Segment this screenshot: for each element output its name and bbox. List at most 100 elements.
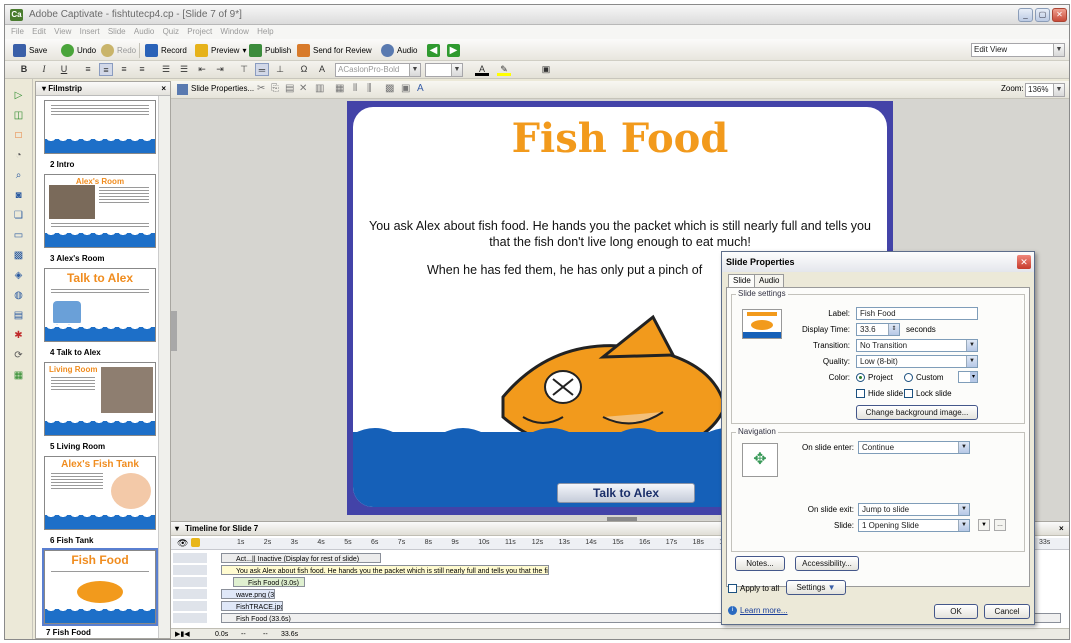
tab-slide[interactable]: Slide (728, 274, 756, 288)
caption-icon[interactable]: ◫ (12, 109, 25, 122)
filmstrip-thumb-4[interactable]: Talk to Alex (44, 268, 156, 342)
send-for-review-button[interactable]: Send for Review (297, 43, 372, 58)
text-effects-icon[interactable]: A (315, 63, 329, 76)
omega-symbol-icon[interactable]: Ω (297, 63, 311, 76)
on-slide-exit-select[interactable]: Jump to slide ▼ (858, 503, 970, 516)
cancel-button[interactable]: Cancel (984, 604, 1030, 619)
grid-icon[interactable]: ▦ (335, 83, 344, 94)
save-button[interactable]: Save (13, 43, 47, 58)
flv-video-icon[interactable]: ▤ (12, 309, 25, 322)
undo-button[interactable]: Undo (61, 43, 96, 58)
filmstrip-thumb-7[interactable]: Fish Food (42, 548, 158, 626)
align-icon[interactable]: ⫴ (353, 83, 357, 94)
menu-audio[interactable]: Audio (134, 25, 154, 39)
highlight-color-icon[interactable]: ✎ (497, 63, 511, 76)
filmstrip-thumb-5[interactable]: Living Room (44, 362, 156, 436)
distribute-icon[interactable]: ⫼ (367, 83, 372, 94)
menu-project[interactable]: Project (187, 25, 212, 39)
menu-edit[interactable]: Edit (32, 25, 46, 39)
valign-top-icon[interactable]: ⊤ (237, 63, 251, 76)
audio-button[interactable]: Audio (381, 43, 417, 58)
indent-decrease-icon[interactable]: ⇤ (195, 63, 209, 76)
settings-button[interactable]: Settings ▼ (786, 580, 846, 595)
font-color-icon[interactable]: A (475, 63, 489, 76)
lock-icon[interactable] (191, 538, 200, 547)
text-animation-icon[interactable]: ◍ (12, 289, 25, 302)
view-mode-select[interactable]: Edit View ▼ (971, 43, 1065, 57)
copy-icon[interactable]: ⎘ (271, 83, 279, 94)
close-icon[interactable]: × (161, 82, 166, 96)
on-slide-enter-select[interactable]: Continue ▼ (858, 441, 970, 454)
paste-icon[interactable]: ▤ (285, 83, 294, 94)
notes-button[interactable]: Notes... (735, 556, 785, 571)
font-family-select[interactable]: ACaslonPro-Bold ▼ (335, 63, 421, 77)
align-left-icon[interactable]: ≡ (81, 63, 95, 76)
button-tool-icon[interactable]: ❏ (12, 209, 25, 222)
dialog-close-button[interactable]: ✕ (1017, 255, 1031, 269)
layout-icon[interactable]: ▣ (401, 83, 410, 94)
color-swatch-picker[interactable]: ▾ (958, 371, 978, 383)
custom-color-radio[interactable] (904, 373, 913, 382)
text-entry-icon[interactable]: ▭ (12, 229, 25, 242)
menu-insert[interactable]: Insert (80, 25, 100, 39)
filmstrip-scrollbar[interactable] (158, 96, 170, 638)
transition-select[interactable]: No Transition ▼ (856, 339, 978, 352)
ok-button[interactable]: OK (934, 604, 978, 619)
eye-icon[interactable]: 👁 (177, 538, 188, 549)
filmstrip-thumb-2[interactable] (44, 100, 156, 154)
chevron-down-icon[interactable]: ▾ (175, 522, 179, 536)
project-color-radio[interactable] (856, 373, 865, 382)
menu-quiz[interactable]: Quiz (163, 25, 179, 39)
text-box-icon[interactable]: ▣ (539, 63, 553, 76)
previous-slide-button[interactable]: ◀ (427, 43, 440, 58)
zoom-area-icon[interactable]: ⌕ (12, 169, 25, 182)
menu-help[interactable]: Help (257, 25, 273, 39)
menu-view[interactable]: View (54, 25, 71, 39)
filmstrip-thumb-6[interactable]: Alex's Fish Tank (44, 456, 156, 530)
menu-slide[interactable]: Slide (108, 25, 126, 39)
filmstrip-thumb-3[interactable]: Alex's Room (44, 174, 156, 248)
rollover-icon[interactable]: ◔ (12, 149, 25, 162)
target-slide-select[interactable]: 1 Opening Slide ▼ (858, 519, 970, 532)
line-tool-icon[interactable]: ⟳ (12, 349, 25, 362)
spinner-icon[interactable]: ⇕ (888, 324, 899, 335)
image-icon[interactable]: ▩ (12, 249, 25, 262)
panel-splitter[interactable] (171, 311, 177, 351)
apply-to-all-checkbox[interactable] (728, 584, 737, 593)
bold-button[interactable]: B (17, 63, 31, 76)
duplicate-icon[interactable]: ▥ (315, 83, 324, 94)
bullet-list-icon[interactable]: ☰ (159, 63, 173, 76)
quality-select[interactable]: Low (8-bit) ▼ (856, 355, 978, 368)
slide-caption-1[interactable]: You ask Alex about fish food. He hands y… (363, 218, 877, 250)
highlight-box-icon[interactable]: □ (12, 129, 25, 142)
font-size-select[interactable]: ▼ (425, 63, 463, 77)
maximize-button[interactable]: ▢ (1035, 8, 1050, 22)
menu-window[interactable]: Window (220, 25, 248, 39)
learn-more-link[interactable]: Learn more... (740, 606, 788, 615)
numbered-list-icon[interactable]: ☰ (177, 63, 191, 76)
preview-button[interactable]: Preview ▾ (195, 43, 246, 58)
close-button[interactable]: ✕ (1052, 8, 1067, 22)
minimize-button[interactable]: _ (1018, 8, 1033, 22)
click-box-icon[interactable]: ◙ (12, 189, 25, 202)
close-icon[interactable]: × (1059, 522, 1064, 536)
chevron-down-icon[interactable]: ▾ (42, 84, 46, 93)
widget-icon[interactable]: ✱ (12, 329, 25, 342)
justify-icon[interactable]: ≡ (135, 63, 149, 76)
talk-to-alex-button[interactable]: Talk to Alex (557, 483, 695, 503)
slide-properties-icon[interactable] (177, 84, 188, 95)
cut-icon[interactable]: ✂ (257, 83, 265, 94)
select-pointer-icon[interactable]: ▷ (12, 89, 25, 102)
slide-title[interactable]: Fish Food (353, 115, 887, 162)
align-center-icon[interactable]: ≡ (99, 63, 113, 76)
publish-button[interactable]: Publish (249, 43, 291, 58)
record-button[interactable]: Record (145, 43, 187, 58)
menu-file[interactable]: File (11, 25, 24, 39)
change-background-button[interactable]: Change background image... (856, 405, 978, 420)
hide-slide-checkbox[interactable] (856, 389, 865, 398)
snap-icon[interactable]: ▩ (385, 83, 394, 94)
animation-icon[interactable]: ◈ (12, 269, 25, 282)
play-icon[interactable]: ▶▮◀ (175, 629, 190, 639)
lock-slide-checkbox[interactable] (904, 389, 913, 398)
italic-button[interactable]: I (37, 63, 51, 76)
